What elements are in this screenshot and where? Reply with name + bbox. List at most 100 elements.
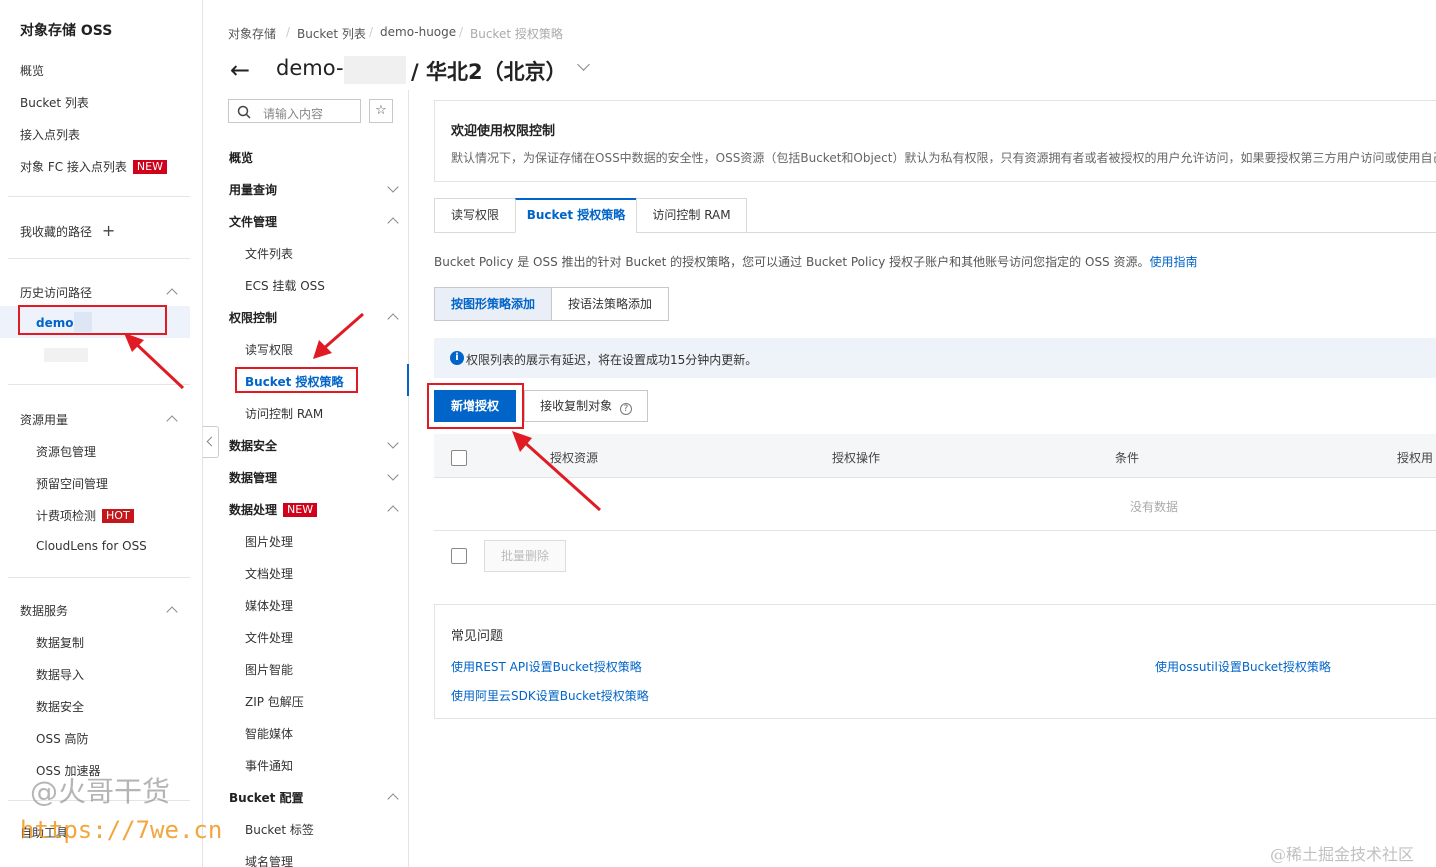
sidebar-item-billing-check[interactable]: 计费项检测 HOT (36, 507, 134, 524)
sec-item-bucket-tags[interactable]: Bucket 标签 (245, 821, 314, 838)
sec-item-usage[interactable]: 用量查询 (229, 181, 277, 198)
sec-item-image-ai[interactable]: 图片智能 (245, 661, 293, 678)
breadcrumb-item[interactable]: 对象存储 (228, 25, 276, 42)
sidebar-item-overview[interactable]: 概览 (20, 62, 44, 79)
sec-item-permission[interactable]: 权限控制 (229, 309, 277, 326)
policy-description: Bucket Policy 是 OSS 推出的针对 Bucket 的授权策略，您… (434, 253, 1198, 270)
sidebar-item-bucket-list[interactable]: Bucket 列表 (20, 94, 89, 111)
chevron-down-icon[interactable] (387, 469, 399, 481)
star-icon[interactable]: ☆ (369, 99, 393, 123)
sec-item-zip[interactable]: ZIP 包解压 (245, 693, 304, 710)
chevron-up-icon[interactable] (166, 415, 178, 427)
chevron-down-icon[interactable] (387, 437, 399, 449)
batch-select-checkbox[interactable] (451, 548, 467, 564)
sidebar-item-data-services[interactable]: 数据服务 (20, 602, 68, 619)
sec-item-overview[interactable]: 概览 (229, 149, 253, 166)
divider (8, 196, 190, 197)
faq-title: 常见问题 (451, 629, 504, 644)
chevron-up-icon[interactable] (387, 217, 399, 229)
empty-text: 没有数据 (1130, 500, 1179, 514)
blurred-text (44, 348, 88, 362)
sidebar-item-oss-ddos[interactable]: OSS 高防 (36, 730, 89, 747)
chevron-up-icon[interactable] (387, 505, 399, 517)
faq-link-rest-api[interactable]: 使用REST API设置Bucket授权策略 (451, 658, 642, 675)
sidebar-item-cloudlens[interactable]: CloudLens for OSS (36, 539, 147, 553)
breadcrumb-separator: / (459, 25, 464, 39)
batch-delete-button[interactable]: 批量删除 (484, 540, 566, 572)
chevron-down-icon[interactable] (387, 181, 399, 193)
blurred-text (344, 56, 406, 84)
faq-link-ossutil[interactable]: 使用ossutil设置Bucket授权策略 (1155, 658, 1331, 675)
sec-item-smart-media[interactable]: 智能媒体 (245, 725, 293, 742)
sec-item-ecs-mount[interactable]: ECS 挂载 OSS (245, 277, 325, 294)
add-icon[interactable]: + (102, 221, 115, 240)
breadcrumb-item[interactable]: demo-huoge (380, 25, 456, 39)
help-icon[interactable]: ? (619, 403, 632, 415)
search-placeholder: 请输入内容 (263, 107, 324, 121)
breadcrumb-separator: / (369, 25, 374, 39)
sec-item-rw-permission[interactable]: 读写权限 (245, 341, 293, 358)
faq-link-sdk[interactable]: 使用阿里云SDK设置Bucket授权策略 (451, 687, 649, 704)
divider (8, 258, 190, 259)
sec-item-access-ram[interactable]: 访问控制 RAM (245, 405, 323, 422)
new-badge: NEW (132, 160, 167, 174)
sec-item-file-mgmt[interactable]: 文件管理 (229, 213, 277, 230)
sidebar-item-fc-access-points[interactable]: 对象 FC 接入点列表 NEW (20, 158, 167, 175)
author-watermark: @火哥干货 (30, 775, 171, 808)
search-input[interactable]: 请输入内容 (228, 99, 361, 123)
chevron-up-icon[interactable] (166, 288, 178, 300)
active-indicator (407, 364, 409, 396)
sec-item-image-processing[interactable]: 图片处理 (245, 533, 293, 550)
sidebar-item-data-security[interactable]: 数据安全 (36, 698, 84, 715)
sidebar-item-resource-usage[interactable]: 资源用量 (20, 411, 68, 428)
welcome-panel: 欢迎使用权限控制 默认情况下，为保证存储在OSS中数据的安全性，OSS资源（包括… (434, 100, 1436, 182)
sidebar-item-favorites[interactable]: 我收藏的路径 + (20, 221, 115, 240)
chevron-up-icon[interactable] (166, 606, 178, 618)
sidebar-item-data-import[interactable]: 数据导入 (36, 666, 84, 683)
guide-link[interactable]: 使用指南 (1150, 255, 1198, 269)
chevron-up-icon[interactable] (387, 793, 399, 805)
sec-item-data-security[interactable]: 数据安全 (229, 437, 277, 454)
sec-item-data-mgmt[interactable]: 数据管理 (229, 469, 277, 486)
breadcrumb-item-current: Bucket 授权策略 (470, 27, 563, 41)
chevron-up-icon[interactable] (387, 313, 399, 325)
syntax-policy-button[interactable]: 按语法策略添加 (551, 287, 669, 321)
sec-item-event-notify[interactable]: 事件通知 (245, 757, 293, 774)
annotation-arrow (512, 431, 602, 512)
tab-access-ram[interactable]: 访问控制 RAM (636, 198, 747, 233)
notice-bar: i 权限列表的展示有延迟，将在设置成功15分钟内更新。 (434, 338, 1436, 378)
sec-item-file-processing[interactable]: 文件处理 (245, 629, 293, 646)
annotation-highlight-box (427, 383, 524, 429)
sec-item-file-list[interactable]: 文件列表 (245, 245, 293, 262)
faq-panel: 常见问题 使用REST API设置Bucket授权策略 使用ossutil设置B… (434, 604, 1436, 719)
welcome-description: 默认情况下，为保证存储在OSS中数据的安全性，OSS资源（包括Bucket和Ob… (451, 151, 1436, 165)
breadcrumb-separator: / (286, 25, 291, 39)
welcome-title: 欢迎使用权限控制 (451, 124, 556, 139)
select-all-checkbox[interactable] (451, 450, 467, 466)
sidebar-item-reserved-space[interactable]: 预留空间管理 (36, 475, 108, 492)
sec-item-doc-processing[interactable]: 文档处理 (245, 565, 293, 582)
sidebar-item-resource-pack[interactable]: 资源包管理 (36, 443, 96, 460)
sec-item-domain-mgmt[interactable]: 域名管理 (245, 853, 293, 867)
sidebar-item-access-points[interactable]: 接入点列表 (20, 126, 80, 143)
breadcrumb-item[interactable]: Bucket 列表 (297, 25, 366, 42)
divider (8, 577, 190, 578)
sidebar-item-label: 对象 FC 接入点列表 (20, 160, 127, 174)
community-watermark: @稀土掘金技术社区 (1270, 845, 1415, 864)
sidebar-item-history[interactable]: 历史访问路径 (20, 284, 92, 301)
table-bottom-line (434, 530, 1436, 531)
sec-item-data-processing[interactable]: 数据处理 NEW (229, 501, 318, 518)
graphic-policy-button[interactable]: 按图形策略添加 (434, 287, 552, 321)
receive-copy-button[interactable]: 接收复制对象 ? (524, 390, 648, 422)
tab-rw-permission[interactable]: 读写权限 (434, 198, 516, 233)
sec-item-bucket-config[interactable]: Bucket 配置 (229, 789, 304, 806)
receive-copy-label: 接收复制对象 (540, 399, 613, 413)
back-arrow-icon[interactable]: ← (230, 56, 250, 84)
left-sidebar: 对象存储 OSS 概览 Bucket 列表 接入点列表 对象 FC 接入点列表 N… (0, 0, 203, 867)
tab-bucket-policy[interactable]: Bucket 授权策略 (515, 198, 637, 233)
sidebar-item-data-replication[interactable]: 数据复制 (36, 634, 84, 651)
sec-item-media-processing[interactable]: 媒体处理 (245, 597, 293, 614)
site-watermark: https://7we.cn (20, 816, 223, 844)
hot-badge: HOT (102, 509, 134, 523)
chevron-down-icon[interactable] (577, 58, 590, 71)
